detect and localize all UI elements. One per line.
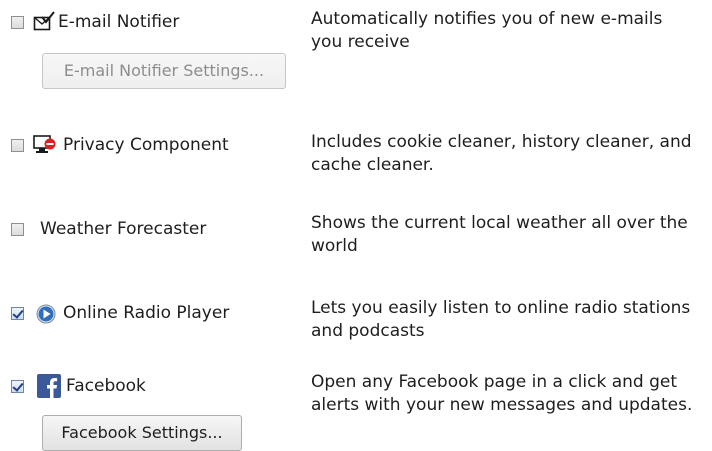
email-notifier-description: Automatically notifies you of new e-mail… <box>311 9 663 52</box>
weather-forecaster-description: Shows the current local weather all over… <box>311 213 688 256</box>
email-notifier-label: E-mail Notifier <box>58 12 180 32</box>
facebook-settings-button[interactable]: Facebook Settings... <box>42 415 242 451</box>
privacy-component-label: Privacy Component <box>63 135 229 155</box>
facebook-description: Open any Facebook page in a click and ge… <box>311 372 693 415</box>
weather-forecaster-checkbox[interactable] <box>11 223 24 236</box>
envelope-check-icon <box>33 11 55 31</box>
email-notifier-checkbox[interactable] <box>11 16 24 29</box>
facebook-checkbox[interactable] <box>11 380 24 393</box>
privacy-component-checkbox[interactable] <box>11 139 24 152</box>
facebook-icon <box>37 374 61 398</box>
online-radio-description: Lets you easily listen to online radio s… <box>311 298 691 341</box>
weather-forecaster-label: Weather Forecaster <box>40 219 207 239</box>
facebook-label: Facebook <box>66 376 146 396</box>
privacy-screen-icon <box>33 135 56 153</box>
online-radio-checkbox[interactable] <box>11 307 24 320</box>
privacy-component-description: Includes cookie cleaner, history cleaner… <box>311 132 692 175</box>
online-radio-label: Online Radio Player <box>63 303 230 323</box>
play-circle-icon <box>36 304 56 324</box>
email-notifier-settings-button[interactable]: E-mail Notifier Settings... <box>42 53 286 89</box>
